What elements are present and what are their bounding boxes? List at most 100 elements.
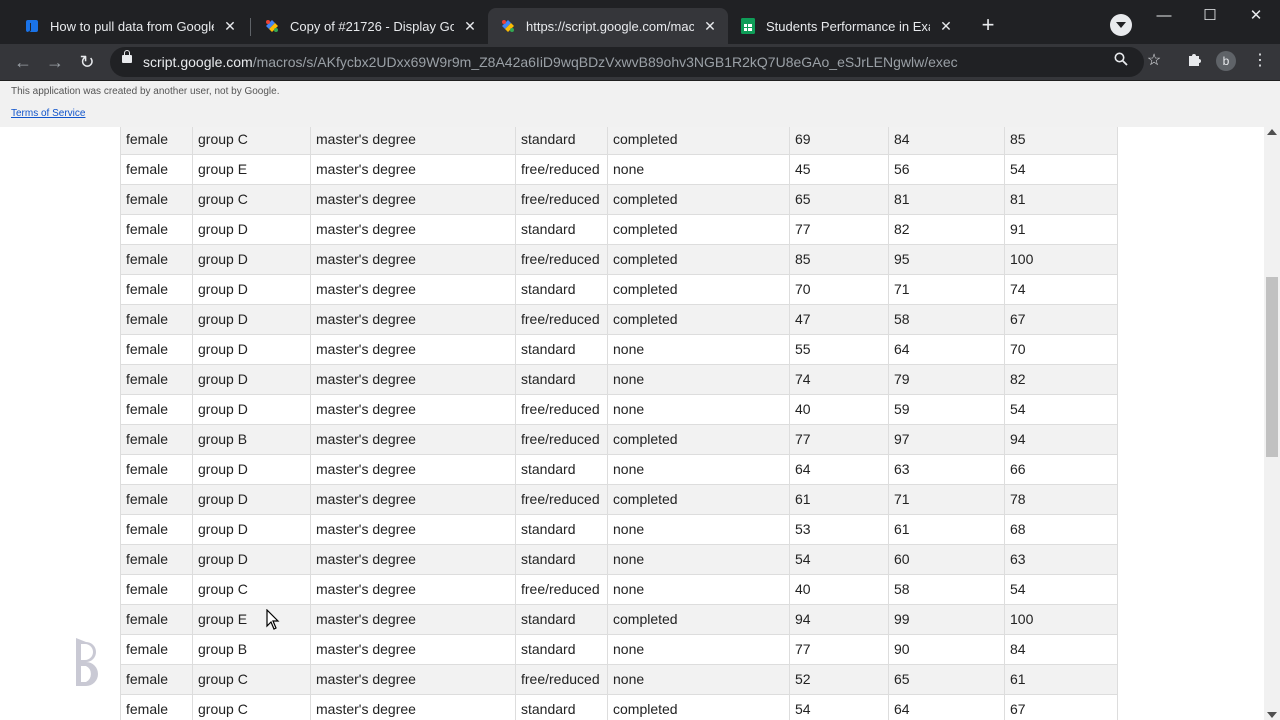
table-cell: 81: [1004, 184, 1118, 215]
bookmark-star-icon[interactable]: ☆: [1144, 51, 1164, 71]
table-cell: completed: [607, 484, 790, 515]
table-cell: master's degree: [310, 334, 516, 365]
table-cell: master's degree: [310, 604, 516, 635]
address-bar[interactable]: script.google.com/macros/s/AKfycbx2UDxx6…: [110, 47, 1144, 77]
table-cell: none: [607, 544, 790, 575]
table-cell: 77: [789, 634, 889, 665]
sheets-icon: [740, 18, 756, 34]
url-domain: script.google.com: [143, 54, 253, 70]
table-cell: female: [120, 634, 193, 665]
table-cell: female: [120, 544, 193, 575]
table-cell: 61: [789, 484, 889, 515]
table-cell: 91: [1004, 214, 1118, 245]
menu-kebab-icon[interactable]: ⋮: [1250, 51, 1270, 71]
tab-search-icon[interactable]: [1110, 14, 1132, 36]
table-cell: group C: [192, 127, 311, 155]
table-cell: master's degree: [310, 304, 516, 335]
tab-blog[interactable]: J How to pull data from Google Sh ✕: [12, 8, 248, 44]
table-row: female group Dmaster's degree standard none…: [120, 454, 1118, 485]
table-cell: 78: [1004, 484, 1118, 515]
close-icon[interactable]: ✕: [702, 18, 718, 34]
table-cell: 61: [1004, 664, 1118, 695]
table-cell: completed: [607, 424, 790, 455]
table-row: female group Cmaster's degree free/reduced…: [120, 574, 1118, 605]
table-cell: 97: [888, 424, 1005, 455]
table-row: female group Dmaster's degree standard none…: [120, 364, 1118, 395]
table-row: female group Dmaster's degree standard none…: [120, 544, 1118, 575]
avatar[interactable]: b: [1216, 51, 1236, 71]
table-cell: none: [607, 394, 790, 425]
scroll-down-arrow-icon[interactable]: [1267, 712, 1277, 718]
table-cell: 85: [1004, 127, 1118, 155]
table-cell: 52: [789, 664, 889, 695]
scroll-up-arrow-icon[interactable]: [1267, 129, 1277, 135]
table-cell: 64: [789, 454, 889, 485]
extensions-icon[interactable]: [1184, 51, 1204, 71]
table-cell: 40: [789, 394, 889, 425]
terms-of-service-link[interactable]: Terms of Service: [11, 108, 85, 119]
back-icon[interactable]: ←: [11, 50, 35, 74]
minimize-icon[interactable]: —: [1141, 4, 1187, 28]
channel-logo-icon: [72, 636, 102, 688]
table-cell: none: [607, 454, 790, 485]
tab-apps-script-copy[interactable]: Copy of #21726 - Display Google ✕: [252, 8, 488, 44]
table-cell: 61: [888, 514, 1005, 545]
zoom-icon[interactable]: [1111, 52, 1131, 72]
table-cell: 81: [888, 184, 1005, 215]
blog-icon: J: [24, 18, 40, 34]
table-cell: completed: [607, 604, 790, 635]
close-window-icon[interactable]: ✕: [1233, 4, 1279, 28]
table-cell: female: [120, 604, 193, 635]
tab-active-script[interactable]: https://script.google.com/macro ✕: [488, 8, 728, 44]
table-cell: female: [120, 484, 193, 515]
table-cell: female: [120, 664, 193, 695]
table-row: female group Dmaster's degree free/reduced…: [120, 484, 1118, 515]
table-row: female group Bmaster's degree standard none…: [120, 634, 1118, 665]
table-cell: group C: [192, 574, 311, 605]
table-cell: 90: [888, 634, 1005, 665]
table-cell: standard: [515, 454, 608, 485]
table-cell: 58: [888, 574, 1005, 605]
tab-strip: J How to pull data from Google Sh ✕ Copy…: [0, 0, 1280, 44]
table-cell: master's degree: [310, 424, 516, 455]
maximize-icon[interactable]: ☐: [1187, 4, 1233, 28]
reload-icon[interactable]: ↻: [75, 50, 99, 74]
forward-icon[interactable]: →: [43, 50, 67, 74]
table-cell: master's degree: [310, 127, 516, 155]
table-cell: female: [120, 574, 193, 605]
table-cell: free/reduced: [515, 394, 608, 425]
new-tab-button[interactable]: +: [976, 14, 1000, 38]
table-cell: standard: [515, 214, 608, 245]
table-cell: 60: [888, 544, 1005, 575]
table-cell: 45: [789, 154, 889, 185]
table-cell: free/reduced: [515, 244, 608, 275]
scrollbar[interactable]: [1264, 127, 1280, 720]
table-cell: standard: [515, 634, 608, 665]
tab-title: Students Performance in Exams -: [766, 18, 930, 34]
table-cell: 53: [789, 514, 889, 545]
table-cell: free/reduced: [515, 664, 608, 695]
table-cell: standard: [515, 604, 608, 635]
close-icon[interactable]: ✕: [938, 18, 954, 34]
table-cell: free/reduced: [515, 154, 608, 185]
table-cell: 65: [789, 184, 889, 215]
table-cell: standard: [515, 127, 608, 155]
table-row: female group Dmaster's degree standard comp…: [120, 214, 1118, 245]
table-cell: 63: [1004, 544, 1118, 575]
table-cell: none: [607, 334, 790, 365]
table-cell: completed: [607, 184, 790, 215]
table-cell: master's degree: [310, 244, 516, 275]
table-cell: group D: [192, 394, 311, 425]
table-cell: 95: [888, 244, 1005, 275]
close-icon[interactable]: ✕: [462, 18, 478, 34]
table-cell: 99: [888, 604, 1005, 635]
scrollbar-thumb[interactable]: [1266, 277, 1278, 457]
table-cell: 84: [888, 127, 1005, 155]
table-cell: 64: [888, 334, 1005, 365]
table-cell: 77: [789, 214, 889, 245]
close-icon[interactable]: ✕: [222, 18, 238, 34]
tab-sheets[interactable]: Students Performance in Exams - ✕: [728, 8, 964, 44]
table-cell: group C: [192, 184, 311, 215]
table-cell: 71: [888, 484, 1005, 515]
table-cell: female: [120, 424, 193, 455]
